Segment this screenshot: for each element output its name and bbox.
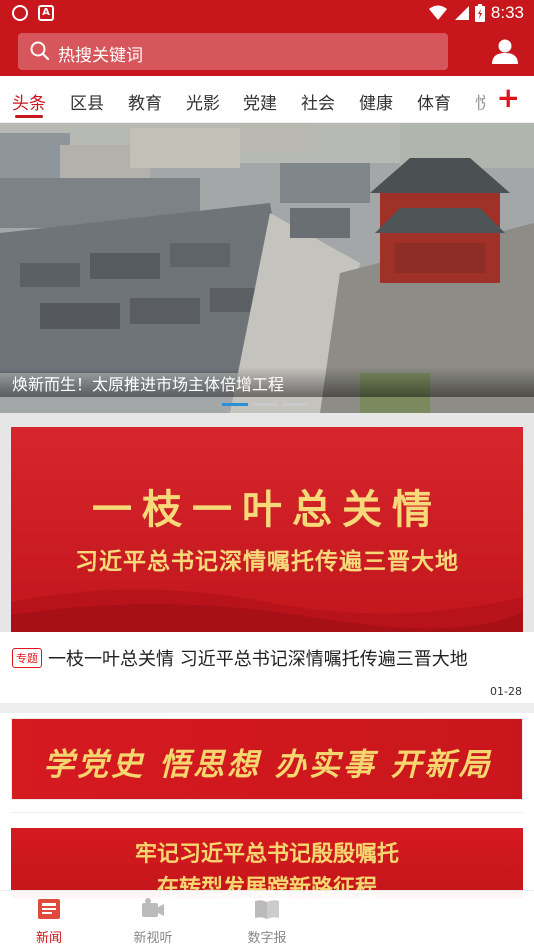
- video-icon: [142, 898, 164, 917]
- channel-tabs: 头条 区县 教育 光影 党建 社会 健康 体育 悦 +: [0, 76, 534, 123]
- search-bar[interactable]: 热搜关键词: [18, 33, 448, 70]
- topic-banner[interactable]: 牢记习近平总书记殷殷嘱托 在转型发展蹚新路征程: [11, 828, 523, 898]
- book-icon: [255, 900, 279, 919]
- topic-banner-line1: 牢记习近平总书记殷殷嘱托: [134, 842, 399, 867]
- tab-districts[interactable]: 区县: [70, 89, 104, 114]
- user-icon[interactable]: [492, 38, 518, 64]
- feature-news-card[interactable]: 一枝一叶总关情 习近平总书记深情嘱托传遍三晋大地 专题 一枝一叶总关情 习近平总…: [0, 427, 534, 703]
- tab-party[interactable]: 党建: [243, 89, 277, 114]
- tab-education[interactable]: 教育: [128, 89, 162, 114]
- slogan-banner[interactable]: 学党史 悟思想 办实事 开新局: [11, 718, 523, 800]
- topic-badge: 专题: [12, 648, 42, 668]
- battery-icon: [474, 4, 485, 22]
- hero-carousel[interactable]: 焕新而生！太原推进市场主体倍增工程: [0, 123, 534, 413]
- hero-caption-bar: 焕新而生！太原推进市场主体倍增工程: [0, 367, 534, 397]
- tab-headline[interactable]: 头条: [12, 89, 46, 114]
- tab-partial[interactable]: 悦: [475, 89, 485, 114]
- news-icon: [38, 899, 60, 919]
- nav-news-label: 新闻: [35, 931, 62, 946]
- add-channel-button[interactable]: +: [497, 84, 520, 112]
- feature-card-body: 专题 一枝一叶总关情 习近平总书记深情嘱托传遍三晋大地 01-28: [0, 632, 534, 703]
- wifi-icon: [428, 5, 447, 20]
- section-spacer: [0, 703, 534, 713]
- carousel-indicator: [222, 403, 308, 406]
- nav-digital-paper[interactable]: 数字报: [227, 897, 307, 946]
- nav-video-label: 新视听: [133, 931, 173, 946]
- search-placeholder: 热搜关键词: [58, 46, 143, 66]
- nav-digital-paper-label: 数字报: [247, 931, 287, 946]
- slogan-text: 学党史 悟思想 办实事 开新局: [43, 747, 493, 783]
- carousel-dot[interactable]: [282, 403, 308, 406]
- carousel-dot[interactable]: [222, 403, 248, 406]
- notification-icon: [12, 5, 28, 21]
- signal-icon: [454, 6, 469, 20]
- tab-sports[interactable]: 体育: [417, 89, 451, 114]
- status-time: 8:33: [490, 3, 524, 22]
- bottom-nav: 新闻 新视听 数字报: [0, 890, 534, 950]
- feature-banner-subtitle: 习近平总书记深情嘱托传遍三晋大地: [75, 549, 459, 575]
- feature-date: 01-28: [490, 685, 522, 698]
- hero-caption: 焕新而生！太原推进市场主体倍增工程: [12, 375, 285, 394]
- app-header: 热搜关键词: [0, 28, 534, 76]
- feature-banner-title: 一枝一叶总关情: [92, 486, 442, 533]
- status-bar: A 8:33: [0, 0, 534, 28]
- nav-news[interactable]: 新闻: [9, 897, 89, 946]
- feature-banner-image: 一枝一叶总关情 习近平总书记深情嘱托传遍三晋大地: [11, 427, 523, 632]
- nav-video[interactable]: 新视听: [113, 897, 193, 946]
- divider: [11, 812, 523, 813]
- app-notification-icon: A: [38, 5, 54, 21]
- feature-title: 一枝一叶总关情 习近平总书记深情嘱托传遍三晋大地: [48, 649, 468, 670]
- tab-society[interactable]: 社会: [301, 89, 335, 114]
- section-spacer: [0, 413, 534, 427]
- tab-health[interactable]: 健康: [359, 89, 393, 114]
- active-tab-indicator: [15, 115, 43, 118]
- tab-photo[interactable]: 光影: [186, 89, 220, 114]
- search-icon: [30, 41, 50, 61]
- carousel-dot[interactable]: [252, 403, 278, 406]
